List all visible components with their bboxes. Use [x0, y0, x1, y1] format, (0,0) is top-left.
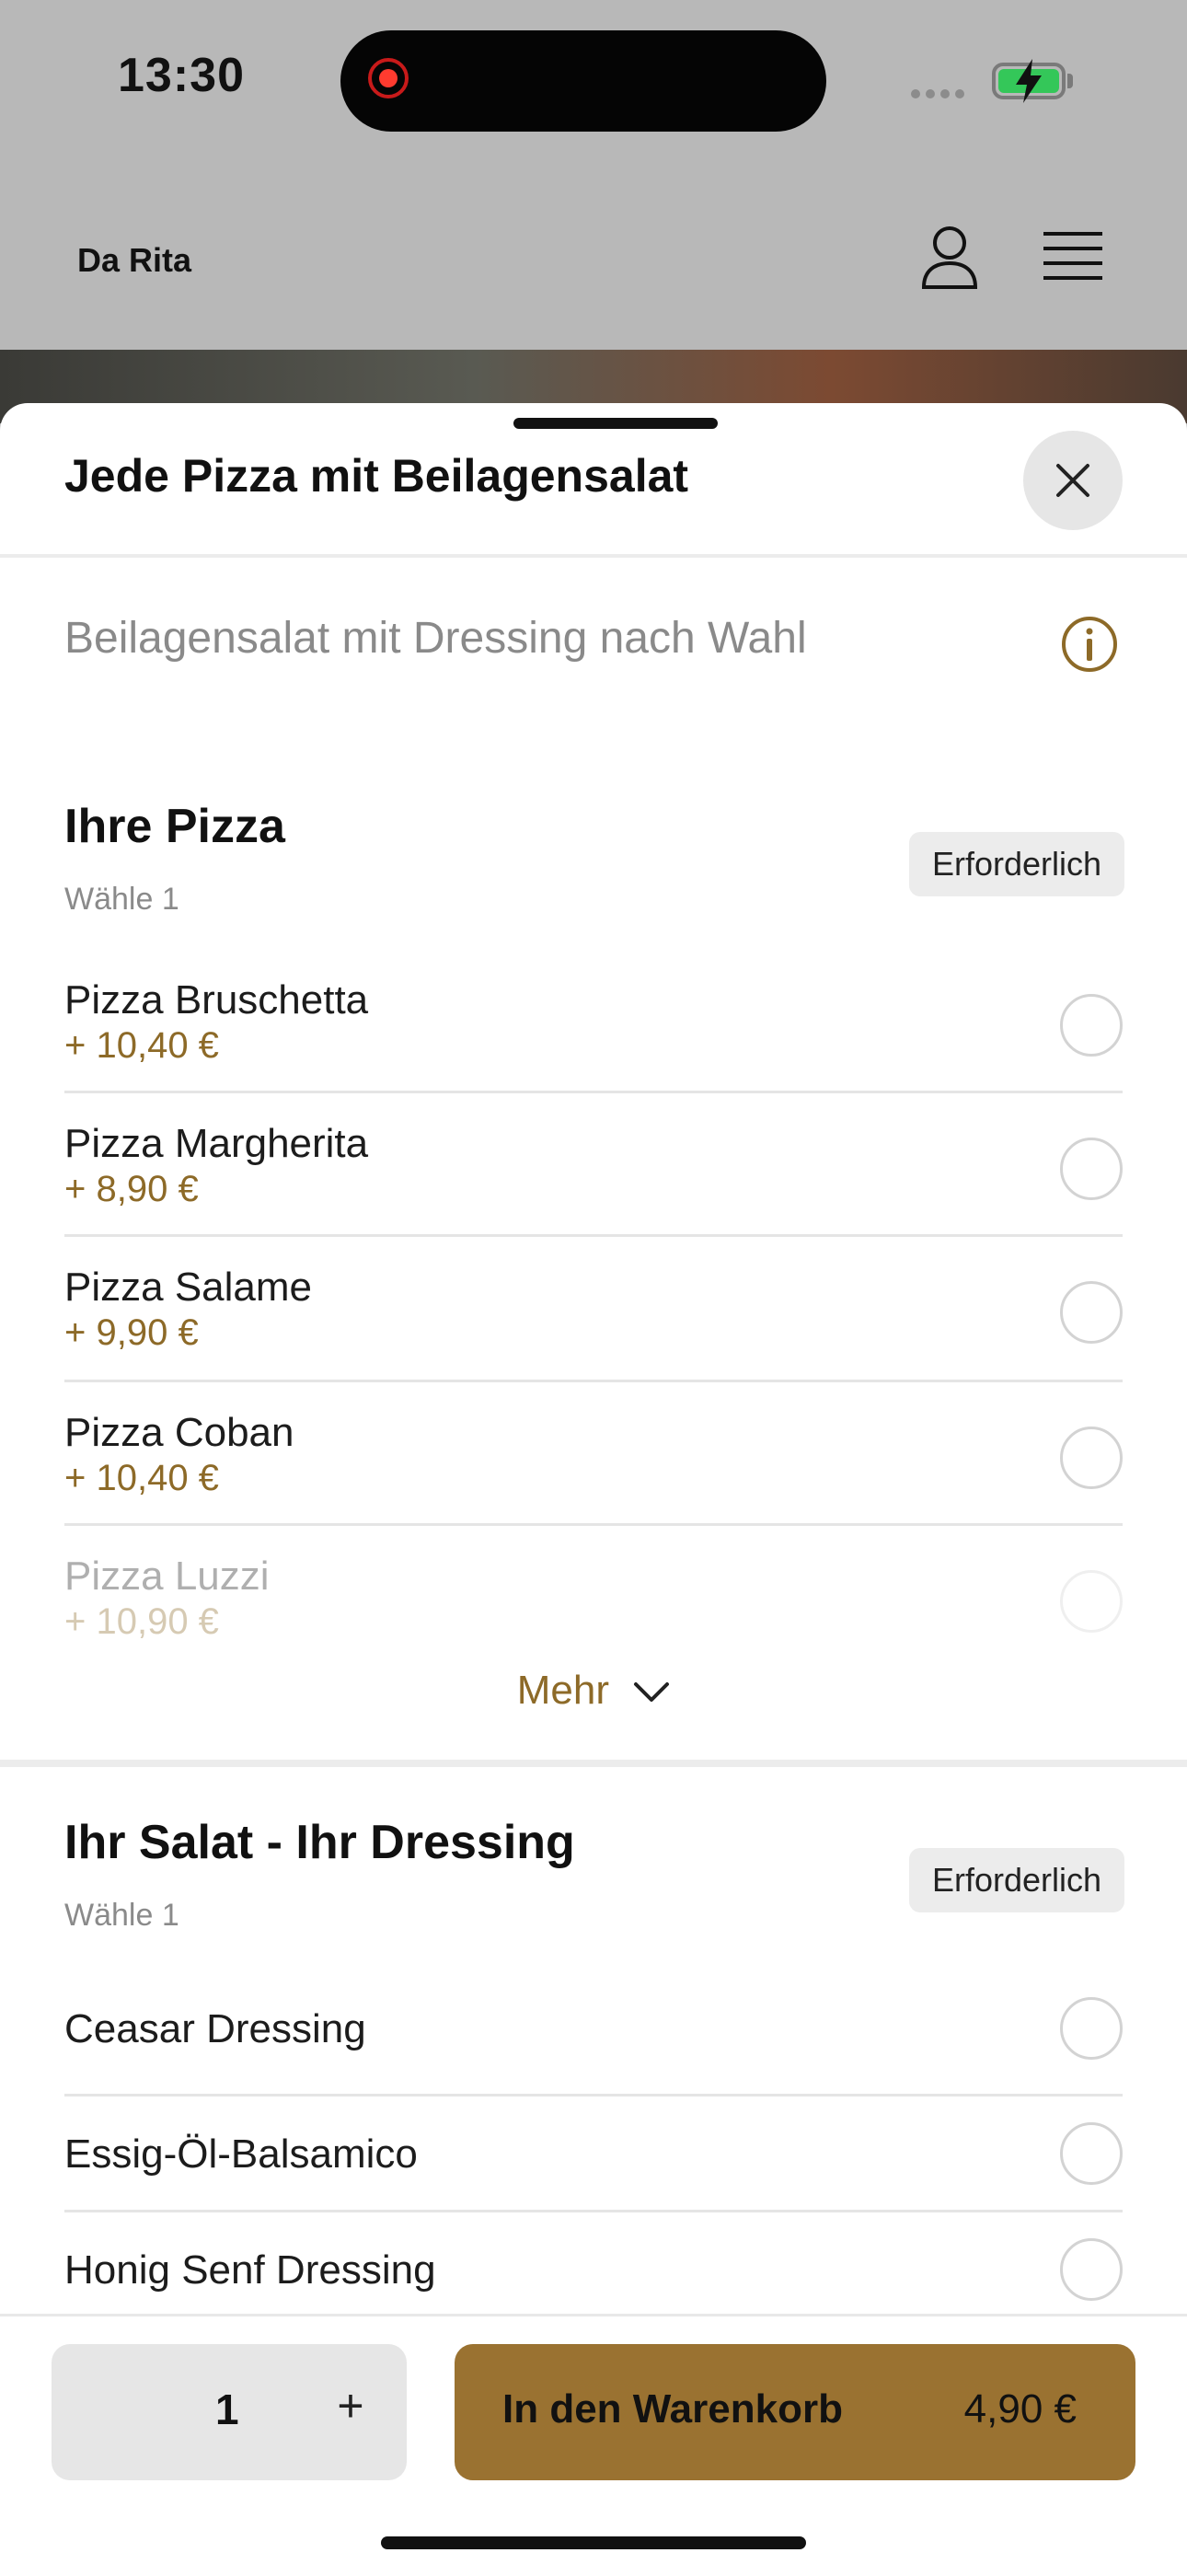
- section-title: Ihr Salat - Ihr Dressing: [64, 1816, 575, 1869]
- option-name: Essig-Öl-Balsamico: [64, 2131, 418, 2177]
- divider: [0, 554, 1187, 558]
- battery-tip: [1067, 74, 1073, 88]
- add-to-cart-label: In den Warenkorb: [502, 2386, 843, 2432]
- quantity-value: 1: [215, 2385, 239, 2433]
- add-to-cart-button[interactable]: In den Warenkorb 4,90 €: [455, 2344, 1135, 2480]
- option-pizza-margherita[interactable]: Pizza Margherita + 8,90 €: [64, 1093, 1123, 1237]
- option-name: Pizza Coban: [64, 1410, 294, 1455]
- option-price: + 8,90 €: [64, 1169, 199, 1209]
- radio-button[interactable]: [1060, 2238, 1123, 2301]
- option-name: Pizza Luzzi: [64, 1554, 270, 1599]
- option-name: Pizza Bruschetta: [64, 977, 369, 1022]
- chevron-down-icon: [634, 1682, 670, 1703]
- info-icon[interactable]: [1060, 615, 1119, 674]
- radio-button[interactable]: [1060, 1570, 1123, 1633]
- dynamic-island: [340, 30, 826, 132]
- increment-button[interactable]: +: [328, 2379, 374, 2432]
- required-badge: Erforderlich: [909, 832, 1124, 896]
- option-price: + 10,40 €: [64, 1458, 219, 1498]
- section-title: Ihre Pizza: [64, 800, 285, 853]
- radio-button[interactable]: [1060, 2122, 1123, 2185]
- option-price: + 10,90 €: [64, 1601, 219, 1642]
- option-essig-oel-balsamico[interactable]: Essig-Öl-Balsamico: [64, 2097, 1123, 2212]
- brand-name[interactable]: Da Rita: [77, 241, 191, 280]
- option-name: Pizza Margherita: [64, 1121, 369, 1166]
- recording-indicator-icon: [368, 58, 409, 98]
- radio-button[interactable]: [1060, 1997, 1123, 2060]
- option-ceasar-dressing[interactable]: Ceasar Dressing: [64, 1960, 1123, 2097]
- option-price: + 10,40 €: [64, 1025, 219, 1066]
- option-pizza-luzzi[interactable]: Pizza Luzzi + 10,90 €: [64, 1526, 1123, 1646]
- option-honig-senf-dressing[interactable]: Honig Senf Dressing: [64, 2212, 1123, 2314]
- option-name: Pizza Salame: [64, 1265, 313, 1310]
- option-name: Ceasar Dressing: [64, 2006, 366, 2051]
- charging-bolt-icon: [1016, 59, 1042, 103]
- home-indicator: [381, 2536, 806, 2549]
- sheet-grabber[interactable]: [513, 418, 718, 429]
- radio-button[interactable]: [1060, 1138, 1123, 1200]
- item-options-sheet: Jede Pizza mit Beilagensalat Beilagensal…: [0, 403, 1187, 2573]
- status-time: 13:30: [118, 49, 245, 102]
- option-price: + 9,90 €: [64, 1312, 199, 1353]
- user-icon[interactable]: [920, 225, 979, 291]
- option-name: Honig Senf Dressing: [64, 2247, 436, 2293]
- show-more-label: Mehr: [516, 1668, 609, 1713]
- choose-count: Wähle 1: [64, 882, 179, 917]
- quantity-stepper[interactable]: 1 +: [52, 2344, 407, 2480]
- signal-icon: [911, 87, 970, 103]
- show-more-button[interactable]: Mehr: [0, 1668, 1187, 1714]
- menu-icon[interactable]: [1043, 230, 1102, 283]
- section-divider: [0, 1760, 1187, 1767]
- radio-button[interactable]: [1060, 994, 1123, 1057]
- item-description: Beilagensalat mit Dressing nach Wahl: [64, 614, 807, 663]
- option-pizza-coban[interactable]: Pizza Coban + 10,40 €: [64, 1382, 1123, 1526]
- close-button[interactable]: [1023, 431, 1123, 530]
- option-pizza-salame[interactable]: Pizza Salame + 9,90 €: [64, 1237, 1123, 1382]
- option-pizza-bruschetta[interactable]: Pizza Bruschetta + 10,40 €: [64, 950, 1123, 1093]
- total-price: 4,90 €: [963, 2386, 1077, 2432]
- required-badge: Erforderlich: [909, 1848, 1124, 1912]
- radio-button[interactable]: [1060, 1281, 1123, 1344]
- close-icon: [1056, 464, 1089, 497]
- sheet-title: Jede Pizza mit Beilagensalat: [64, 450, 689, 502]
- choose-count: Wähle 1: [64, 1898, 179, 1933]
- radio-button[interactable]: [1060, 1427, 1123, 1489]
